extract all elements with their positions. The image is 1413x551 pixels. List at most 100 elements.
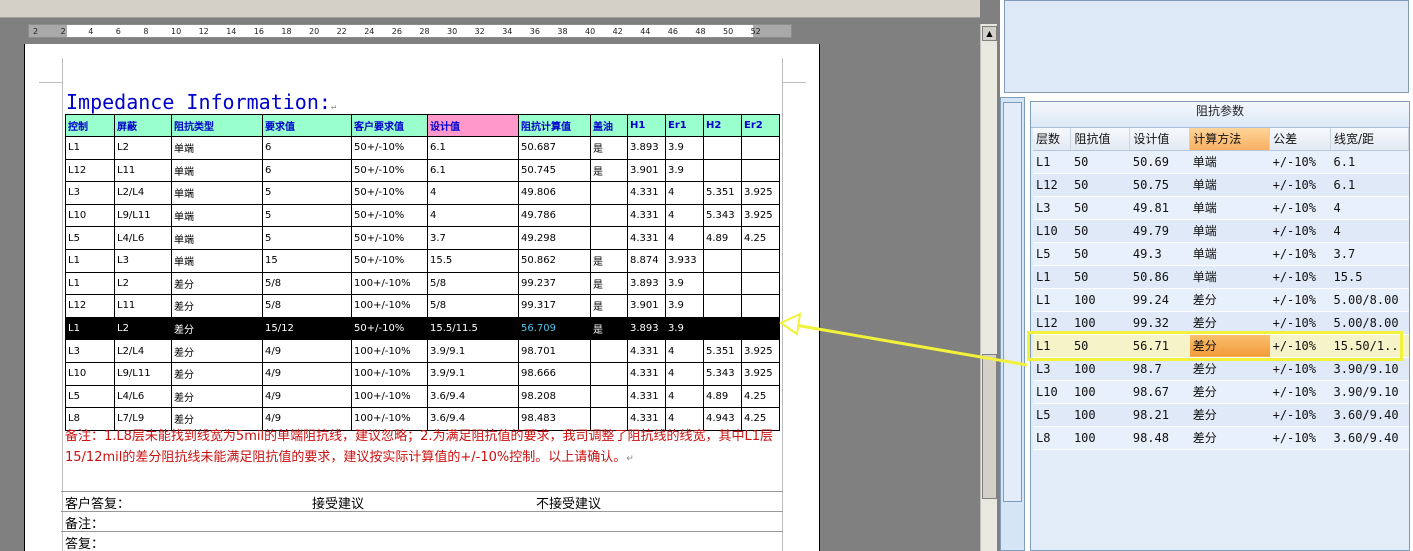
- grid-cell[interactable]: L5: [1033, 403, 1071, 427]
- column-header[interactable]: Er2: [741, 114, 780, 137]
- accept-suggestion-option[interactable]: 接受建议: [312, 493, 364, 512]
- grid-row[interactable]: L5 100 98.21 差分 +/-10% 3.60/9.40: [1033, 403, 1409, 427]
- table-cell[interactable]: L12: [65, 158, 115, 183]
- reject-suggestion-option[interactable]: 不接受建议: [536, 493, 601, 512]
- impedance-parameter-panel[interactable]: 阻抗参数 层数 阻抗值 设计值 计算方法 公差 线宽/距 L1 50 50.69 单端 +/-10…: [1030, 101, 1410, 551]
- table-cell[interactable]: L5: [65, 384, 115, 409]
- table-cell[interactable]: 98.208: [518, 384, 591, 409]
- table-cell[interactable]: 15.5: [427, 248, 519, 273]
- table-cell[interactable]: 3.901: [627, 294, 666, 318]
- grid-cell[interactable]: +/-10%: [1269, 403, 1331, 427]
- table-cell[interactable]: [590, 384, 628, 409]
- table-cell[interactable]: [741, 271, 780, 296]
- table-cell[interactable]: 15.5/11.5: [427, 316, 519, 341]
- table-cell[interactable]: 49.786: [518, 203, 591, 228]
- impedance-parameter-grid[interactable]: 层数 阻抗值 设计值 计算方法 公差 线宽/距 L1 50 50.69 单端 +/-10% 6.1 L…: [1033, 128, 1409, 450]
- table-cell[interactable]: L2/L4: [114, 339, 172, 363]
- table-cell[interactable]: 单端: [171, 181, 263, 205]
- grid-cell[interactable]: 3.90/9.10: [1330, 380, 1409, 404]
- table-cell[interactable]: 5.343: [703, 203, 742, 228]
- table-cell[interactable]: L3: [65, 181, 115, 205]
- grid-cell[interactable]: 单端: [1189, 173, 1270, 197]
- grid-cell[interactable]: 49.3: [1129, 242, 1190, 266]
- table-cell[interactable]: [590, 203, 628, 228]
- table-cell[interactable]: L2: [114, 271, 172, 296]
- table-cell[interactable]: 6: [262, 136, 352, 160]
- table-cell[interactable]: 50.862: [518, 248, 591, 273]
- table-cell[interactable]: L10: [65, 361, 115, 386]
- table-cell[interactable]: 4: [665, 181, 704, 205]
- grid-cell[interactable]: +/-10%: [1269, 288, 1331, 312]
- grid-cell[interactable]: 单端: [1189, 219, 1270, 243]
- table-cell[interactable]: 5.351: [703, 181, 742, 205]
- table-cell[interactable]: 4: [665, 226, 704, 250]
- table-cell[interactable]: 是: [590, 248, 628, 273]
- table-cell[interactable]: 4/9: [262, 339, 352, 363]
- table-cell[interactable]: 50+/-10%: [351, 203, 428, 228]
- grid-cell[interactable]: 98.21: [1129, 403, 1190, 427]
- table-cell[interactable]: [741, 136, 780, 160]
- grid-cell[interactable]: 单端: [1189, 242, 1270, 266]
- grid-cell[interactable]: 98.67: [1129, 380, 1190, 404]
- table-cell[interactable]: L2: [114, 136, 172, 160]
- grid-cell[interactable]: 50.69: [1129, 150, 1190, 174]
- table-cell[interactable]: 4.331: [627, 384, 666, 409]
- table-cell[interactable]: 5.343: [703, 361, 742, 386]
- table-cell[interactable]: 3.7: [427, 226, 519, 250]
- table-cell[interactable]: 单端: [171, 203, 263, 228]
- table-cell[interactable]: 3.9: [665, 271, 704, 296]
- table-cell[interactable]: L1: [65, 316, 115, 341]
- grid-cell[interactable]: L5: [1033, 242, 1071, 266]
- table-cell[interactable]: 单端: [171, 158, 263, 183]
- table-cell[interactable]: L5: [65, 226, 115, 250]
- grid-cell[interactable]: 100: [1070, 426, 1130, 450]
- grid-cell[interactable]: 50: [1070, 173, 1130, 197]
- grid-cell[interactable]: 3.60/9.40: [1330, 403, 1409, 427]
- table-cell[interactable]: 50+/-10%: [351, 316, 428, 341]
- scroll-thumb[interactable]: [982, 354, 997, 499]
- grid-cell[interactable]: 差分: [1189, 380, 1270, 404]
- grid-row[interactable]: L12 50 50.75 单端 +/-10% 6.1: [1033, 173, 1409, 197]
- table-cell[interactable]: 15: [262, 248, 352, 273]
- table-cell[interactable]: 3.933: [665, 248, 704, 273]
- table-cell[interactable]: L1: [65, 271, 115, 296]
- grid-cell[interactable]: 100: [1070, 403, 1130, 427]
- grid-cell[interactable]: 50: [1070, 196, 1130, 220]
- table-cell[interactable]: 56.709: [518, 316, 591, 341]
- grid-column-header[interactable]: 层数: [1033, 128, 1072, 151]
- grid-cell[interactable]: 差分: [1189, 288, 1270, 312]
- table-cell[interactable]: 3.9: [665, 158, 704, 183]
- table-cell[interactable]: 5/8: [262, 271, 352, 296]
- table-cell[interactable]: 4/9: [262, 361, 352, 386]
- table-row[interactable]: L1 L2 差分 15/12 50+/-10% 15.5/11.5 56.709 是 3.893…: [65, 316, 780, 341]
- table-row[interactable]: L1 L2 差分 5/8 100+/-10% 5/8 99.237 是 3.893 3.9: [65, 271, 780, 296]
- vertical-scrollbar[interactable]: ▲: [980, 24, 997, 551]
- table-cell[interactable]: 100+/-10%: [351, 294, 428, 318]
- table-cell[interactable]: L1: [65, 136, 115, 160]
- table-cell[interactable]: 3.925: [741, 203, 780, 228]
- table-row[interactable]: L12 L11 单端 6 50+/-10% 6.1 50.745 是 3.901 3.9: [65, 158, 780, 183]
- table-cell[interactable]: 是: [590, 271, 628, 296]
- scroll-up-icon[interactable]: ▲: [982, 26, 997, 41]
- table-cell[interactable]: 4.331: [627, 181, 666, 205]
- table-cell[interactable]: [703, 316, 742, 341]
- grid-cell[interactable]: 100: [1070, 380, 1130, 404]
- grid-cell[interactable]: 差分: [1189, 403, 1270, 427]
- grid-row[interactable]: L10 50 49.79 单端 +/-10% 4: [1033, 219, 1409, 243]
- table-cell[interactable]: L11: [114, 158, 172, 183]
- table-cell[interactable]: 5/8: [262, 294, 352, 318]
- table-cell[interactable]: 3.925: [741, 339, 780, 363]
- table-cell[interactable]: 3.925: [741, 361, 780, 386]
- column-header[interactable]: Er1: [665, 114, 704, 137]
- table-cell[interactable]: 4: [665, 361, 704, 386]
- table-cell[interactable]: 4.25: [741, 384, 780, 409]
- column-header[interactable]: 设计值: [427, 114, 519, 137]
- grid-cell[interactable]: 50: [1070, 150, 1130, 174]
- table-cell[interactable]: [590, 226, 628, 250]
- table-cell[interactable]: L4/L6: [114, 384, 172, 409]
- table-cell[interactable]: 99.317: [518, 294, 591, 318]
- grid-cell[interactable]: 4: [1330, 196, 1409, 220]
- table-cell[interactable]: 98.666: [518, 361, 591, 386]
- table-cell[interactable]: L3: [65, 339, 115, 363]
- table-cell[interactable]: 3.893: [627, 316, 666, 341]
